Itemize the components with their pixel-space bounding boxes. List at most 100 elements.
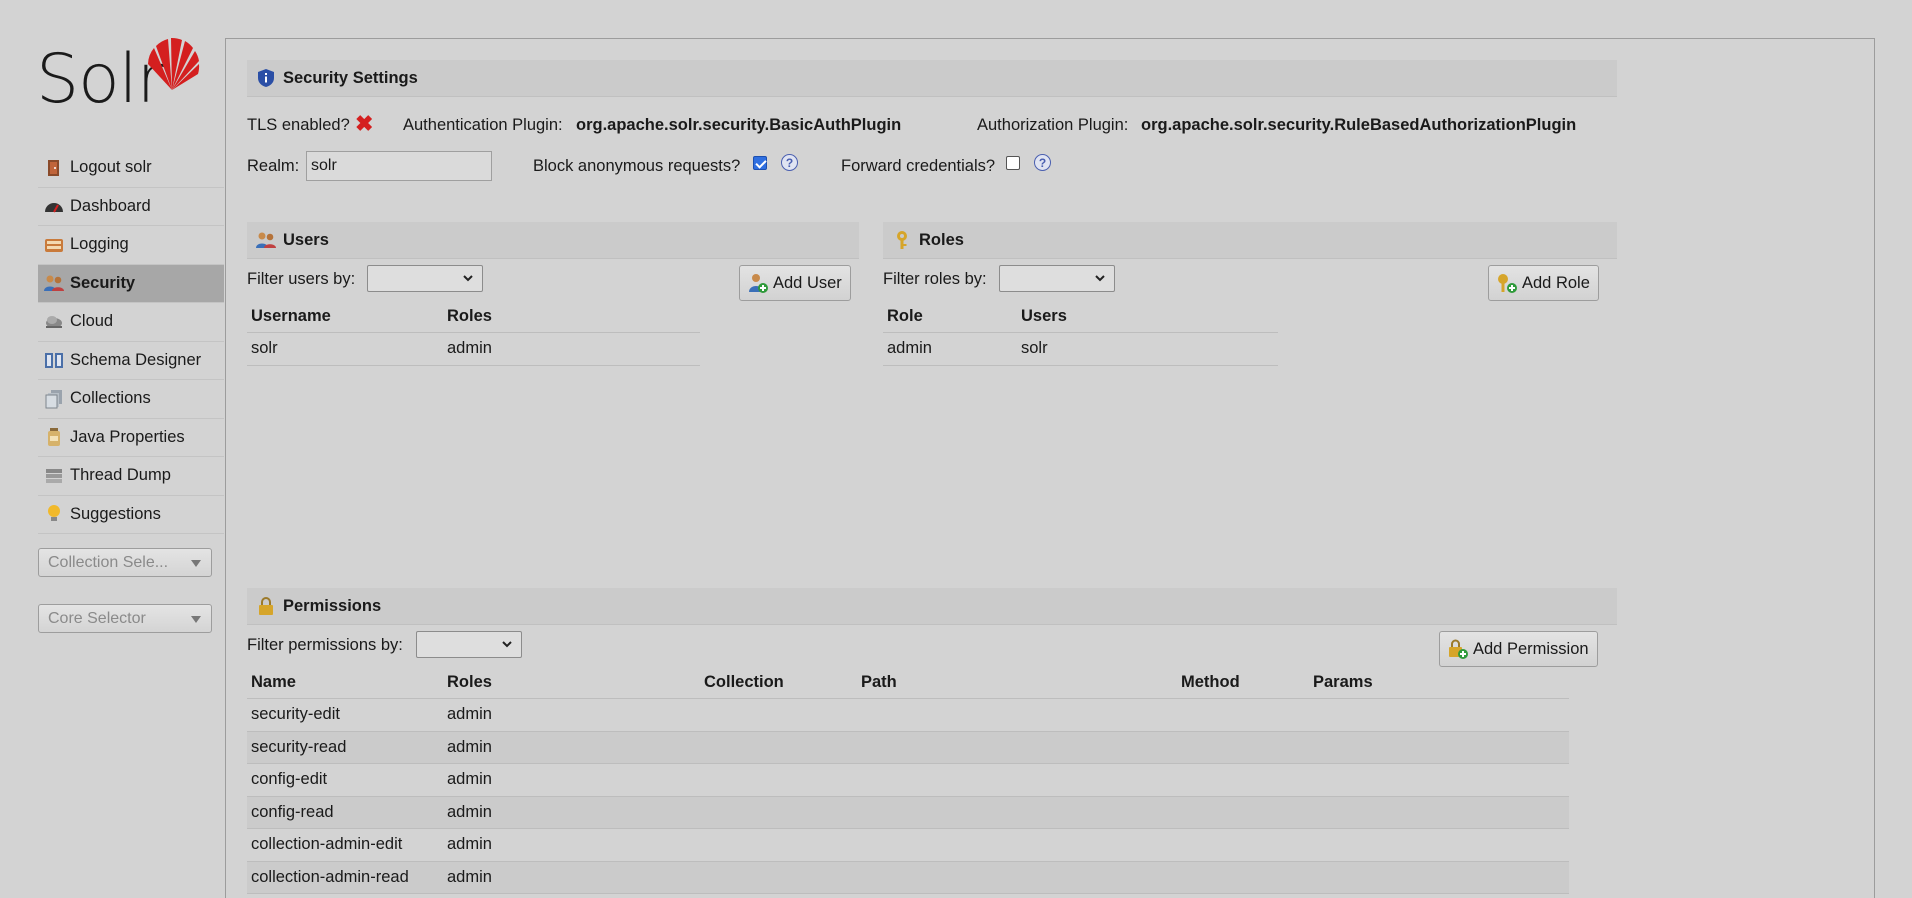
column-header[interactable]: Roles (443, 667, 700, 699)
roles-cell: admin (443, 698, 700, 732)
sidebar-item-label: Logging (70, 235, 129, 254)
cloud-icon (44, 313, 64, 331)
permission-name-cell[interactable]: config-read (247, 796, 443, 829)
roles-table: Role Users admin solr (883, 301, 1278, 366)
users-title: Users (283, 230, 329, 249)
realm-value: solr (311, 157, 337, 174)
add-user-button[interactable]: Add User (739, 265, 851, 301)
sidebar-item-collections[interactable]: Collections (38, 380, 224, 419)
permission-name-cell[interactable]: collection-admin-edit (247, 828, 443, 862)
users-icon (255, 229, 277, 251)
table-row[interactable]: collection-admin-read admin (247, 861, 1569, 894)
sidebar-item-logout-solr[interactable]: Logout solr (38, 149, 224, 188)
collections-icon (44, 389, 64, 409)
path-cell (857, 828, 1177, 862)
add-role-icon (1497, 273, 1517, 293)
table-row[interactable]: solr admin (247, 332, 700, 366)
sidebar-item-thread-dump[interactable]: Thread Dump (38, 457, 224, 496)
sidebar-item-dashboard[interactable]: Dashboard (38, 188, 224, 226)
filter-roles-select[interactable] (999, 265, 1115, 292)
security-settings-title: Security Settings (283, 68, 418, 87)
permissions-header: Permissions (247, 588, 1617, 625)
help-icon[interactable]: ? (1034, 154, 1051, 171)
add-permission-button[interactable]: Add Permission (1439, 631, 1598, 667)
tls-label: TLS enabled? (247, 116, 350, 134)
sidebar-item-schema-designer[interactable]: Schema Designer (38, 342, 224, 380)
authz-plugin-value: org.apache.solr.security.RuleBasedAuthor… (1141, 116, 1577, 134)
column-header[interactable]: Collection (700, 667, 857, 699)
roles-cell: admin (443, 861, 700, 894)
auth-plugin-label: Authentication Plugin: (403, 116, 563, 134)
add-user-icon (748, 273, 768, 293)
sidebar-item-cloud[interactable]: Cloud (38, 303, 224, 342)
permission-name-cell[interactable]: security-edit (247, 698, 443, 732)
sidebar-item-label: Collections (70, 389, 151, 408)
column-header[interactable]: Roles (443, 301, 700, 333)
sidebar-item-suggestions[interactable]: Suggestions (38, 496, 224, 534)
table-row[interactable]: security-edit admin (247, 698, 1569, 732)
path-cell (857, 763, 1177, 797)
column-header[interactable]: Users (1017, 301, 1278, 333)
book-icon (44, 351, 64, 369)
permission-name-cell[interactable]: collection-admin-read (247, 861, 443, 894)
role-cell[interactable]: admin (883, 332, 1017, 366)
roles-header: Roles (883, 222, 1617, 259)
table-row[interactable]: admin solr (883, 332, 1278, 366)
core-selector[interactable]: Core Selector (38, 604, 212, 633)
sidebar-item-label: Security (70, 273, 136, 292)
table-row[interactable]: config-edit admin (247, 763, 1569, 797)
permission-name-cell[interactable]: security-read (247, 731, 443, 764)
dashboard-icon (44, 197, 64, 215)
collection-cell (700, 861, 857, 894)
params-cell (1309, 731, 1569, 764)
sidebar-item-label: Schema Designer (70, 350, 202, 369)
sidebar-item-label: Suggestions (70, 504, 161, 523)
users-header: Users (247, 222, 859, 259)
column-header[interactable]: Username (247, 301, 443, 333)
username-cell[interactable]: solr (247, 332, 443, 366)
permission-name-cell[interactable]: config-edit (247, 763, 443, 797)
table-row[interactable]: security-read admin (247, 731, 1569, 764)
method-cell (1177, 763, 1309, 797)
collection-selector[interactable]: Collection Sele... (38, 548, 212, 577)
collection-cell (700, 796, 857, 829)
key-icon (891, 229, 913, 251)
sidebar-nav: Logout solr Dashboard Logging Security Cloud… (38, 149, 224, 534)
solr-logo[interactable]: Solr (36, 36, 200, 122)
help-icon[interactable]: ? (781, 154, 798, 171)
path-cell (857, 698, 1177, 732)
users-table: Username Roles solr admin (247, 301, 700, 366)
column-header[interactable]: Params (1309, 667, 1569, 699)
forward-cred-checkbox[interactable] (1006, 156, 1020, 170)
sidebar-item-logging[interactable]: Logging (38, 226, 224, 265)
table-row[interactable]: collection-admin-edit admin (247, 828, 1569, 862)
authz-plugin-label: Authorization Plugin: (977, 116, 1129, 134)
filter-users-select[interactable] (367, 265, 483, 292)
stack-icon (44, 467, 64, 485)
column-header[interactable]: Method (1177, 667, 1309, 699)
filter-permissions-select[interactable] (416, 631, 522, 658)
filter-roles-label: Filter roles by: (883, 270, 987, 288)
realm-field[interactable]: solr (306, 151, 492, 181)
roles-cell: admin (443, 763, 700, 797)
params-cell (1309, 828, 1569, 862)
add-role-button[interactable]: Add Role (1488, 265, 1599, 301)
method-cell (1177, 828, 1309, 862)
block-anon-checkbox[interactable] (753, 156, 767, 170)
lock-icon (255, 595, 277, 617)
table-row[interactable]: config-read admin (247, 796, 1569, 829)
params-cell (1309, 763, 1569, 797)
lightbulb-icon (44, 505, 64, 523)
sidebar-item-security[interactable]: Security (38, 264, 224, 303)
sidebar-item-java-properties[interactable]: Java Properties (38, 419, 224, 457)
add-role-label: Add Role (1522, 273, 1590, 292)
sidebar-item-label: Dashboard (70, 196, 151, 215)
chevron-down-icon (1095, 275, 1105, 282)
jar-icon (44, 428, 64, 447)
column-header[interactable]: Role (883, 301, 1017, 333)
collection-selector-label: Collection Sele... (48, 553, 169, 571)
block-anon-label: Block anonymous requests? (533, 157, 741, 175)
column-header[interactable]: Name (247, 667, 443, 699)
security-settings-header: Security Settings (247, 60, 1617, 97)
column-header[interactable]: Path (857, 667, 1177, 699)
